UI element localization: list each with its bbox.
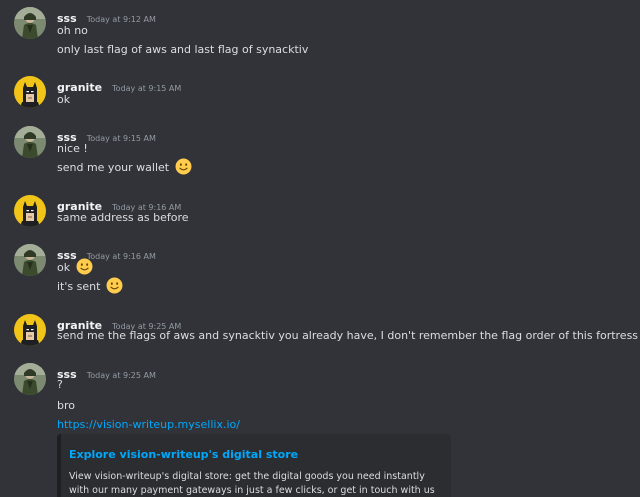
message-text: it's sent xyxy=(57,280,123,294)
sss-avatar-icon[interactable] xyxy=(14,244,46,276)
store-link[interactable]: https://vision-writeup.mysellix.io/ xyxy=(57,418,240,431)
message-text-span: send me your wallet xyxy=(57,161,170,174)
embed-description: View vision-writeup's digital store: get… xyxy=(69,471,435,496)
message-text: send me the flags of aws and synacktiv y… xyxy=(57,329,639,342)
message-text: send me your wallet xyxy=(57,161,192,175)
message-text: nice ! xyxy=(57,142,88,155)
sss-avatar-icon[interactable] xyxy=(14,7,46,39)
message-header: sss Today at 9:25 AM xyxy=(57,363,156,381)
message-text-span: ok xyxy=(57,261,71,274)
timestamp[interactable]: Today at 9:15 AM xyxy=(112,84,181,93)
chat-message-list: sss Today at 9:12 AM oh no only last fla… xyxy=(0,0,640,497)
message-header: granite Today at 9:15 AM xyxy=(57,76,181,94)
embed-title-link[interactable]: Explore vision-writeup's digital store xyxy=(69,448,298,461)
message-text: bro xyxy=(57,399,75,412)
message-text: ok xyxy=(57,261,93,275)
message-header: sss Today at 9:15 AM xyxy=(57,126,156,144)
slightly-smiling-face-icon[interactable] xyxy=(76,258,93,275)
message-text: ? xyxy=(57,378,63,391)
timestamp[interactable]: Today at 9:12 AM xyxy=(87,15,156,24)
granite-avatar-icon[interactable] xyxy=(14,314,46,346)
message-header: granite Today at 9:25 AM xyxy=(57,314,181,332)
message-text-span: it's sent xyxy=(57,280,101,293)
link-embed-card: Explore vision-writeup's digital store V… xyxy=(57,434,451,497)
sss-avatar-icon[interactable] xyxy=(14,363,46,395)
slightly-smiling-face-icon[interactable] xyxy=(106,277,123,294)
message-header: sss Today at 9:12 AM xyxy=(57,7,156,25)
granite-avatar-icon[interactable] xyxy=(14,76,46,108)
timestamp[interactable]: Today at 9:16 AM xyxy=(87,252,156,261)
message-text: ok xyxy=(57,93,71,106)
timestamp[interactable]: Today at 9:15 AM xyxy=(87,134,156,143)
message-header: granite Today at 9:16 AM xyxy=(57,195,181,213)
message-text: same address as before xyxy=(57,211,189,224)
message-link-line: https://vision-writeup.mysellix.io/ xyxy=(57,418,240,432)
sss-avatar-icon[interactable] xyxy=(14,126,46,158)
message-text: only last flag of aws and last flag of s… xyxy=(57,43,309,56)
slightly-smiling-face-icon[interactable] xyxy=(175,158,192,175)
message-text: oh no xyxy=(57,24,88,37)
granite-avatar-icon[interactable] xyxy=(14,195,46,227)
timestamp[interactable]: Today at 9:25 AM xyxy=(87,371,156,380)
message-header: sss Today at 9:16 AM xyxy=(57,244,156,262)
